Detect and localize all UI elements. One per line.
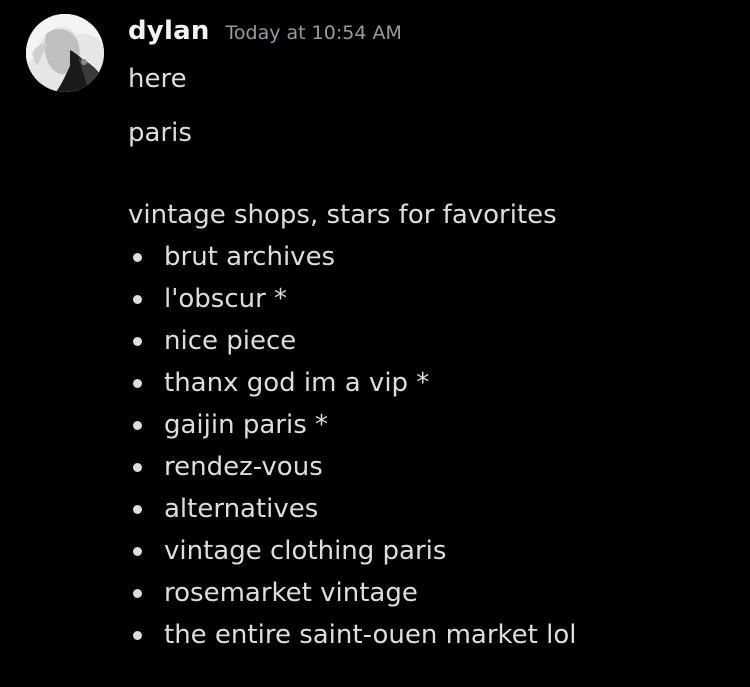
list-item: brut archives: [128, 236, 728, 278]
list-item: thanx god im a vip *: [128, 362, 728, 404]
list-item: rosemarket vintage: [128, 572, 728, 614]
bullet-icon: [133, 631, 142, 640]
list-item-label: rendez-vous: [164, 452, 323, 482]
bullet-list: brut archives l'obscur * nice piece than…: [128, 236, 728, 656]
list-item-label: vintage clothing paris: [164, 536, 447, 566]
chat-message: dylan Today at 10:54 AM here paris vinta…: [0, 0, 750, 687]
list-item-label: rosemarket vintage: [164, 578, 418, 608]
message-line: vintage shops, stars for favorites: [128, 200, 557, 230]
list-item: gaijin paris *: [128, 404, 728, 446]
avatar[interactable]: [26, 14, 104, 92]
bullet-icon: [133, 589, 142, 598]
list-item: nice piece: [128, 320, 728, 362]
bullet-icon: [133, 337, 142, 346]
message-header: dylan Today at 10:54 AM: [128, 16, 402, 52]
list-item: vintage clothing paris: [128, 530, 728, 572]
list-item-label: brut archives: [164, 242, 336, 272]
avatar-image: [26, 14, 104, 92]
list-item-label: nice piece: [164, 326, 297, 356]
list-item: alternatives: [128, 488, 728, 530]
list-item-label: gaijin paris *: [164, 410, 329, 440]
username[interactable]: dylan: [128, 16, 210, 46]
list-item: rendez-vous: [128, 446, 728, 488]
list-item-label: the entire saint-ouen market lol: [164, 620, 577, 650]
list-item: the entire saint-ouen market lol: [128, 614, 728, 656]
bullet-icon: [133, 295, 142, 304]
message-line: paris: [128, 118, 192, 148]
message-line: here: [128, 64, 187, 94]
bullet-icon: [133, 421, 142, 430]
list-item-label: thanx god im a vip *: [164, 368, 430, 398]
timestamp[interactable]: Today at 10:54 AM: [226, 22, 402, 44]
list-item-label: l'obscur *: [164, 284, 288, 314]
bullet-icon: [133, 463, 142, 472]
bullet-icon: [133, 253, 142, 262]
bullet-icon: [133, 505, 142, 514]
bullet-icon: [133, 547, 142, 556]
list-item-label: alternatives: [164, 494, 319, 524]
message-content: here paris vintage shops, stars for favo…: [128, 58, 728, 656]
list-item: l'obscur *: [128, 278, 728, 320]
bullet-icon: [133, 379, 142, 388]
